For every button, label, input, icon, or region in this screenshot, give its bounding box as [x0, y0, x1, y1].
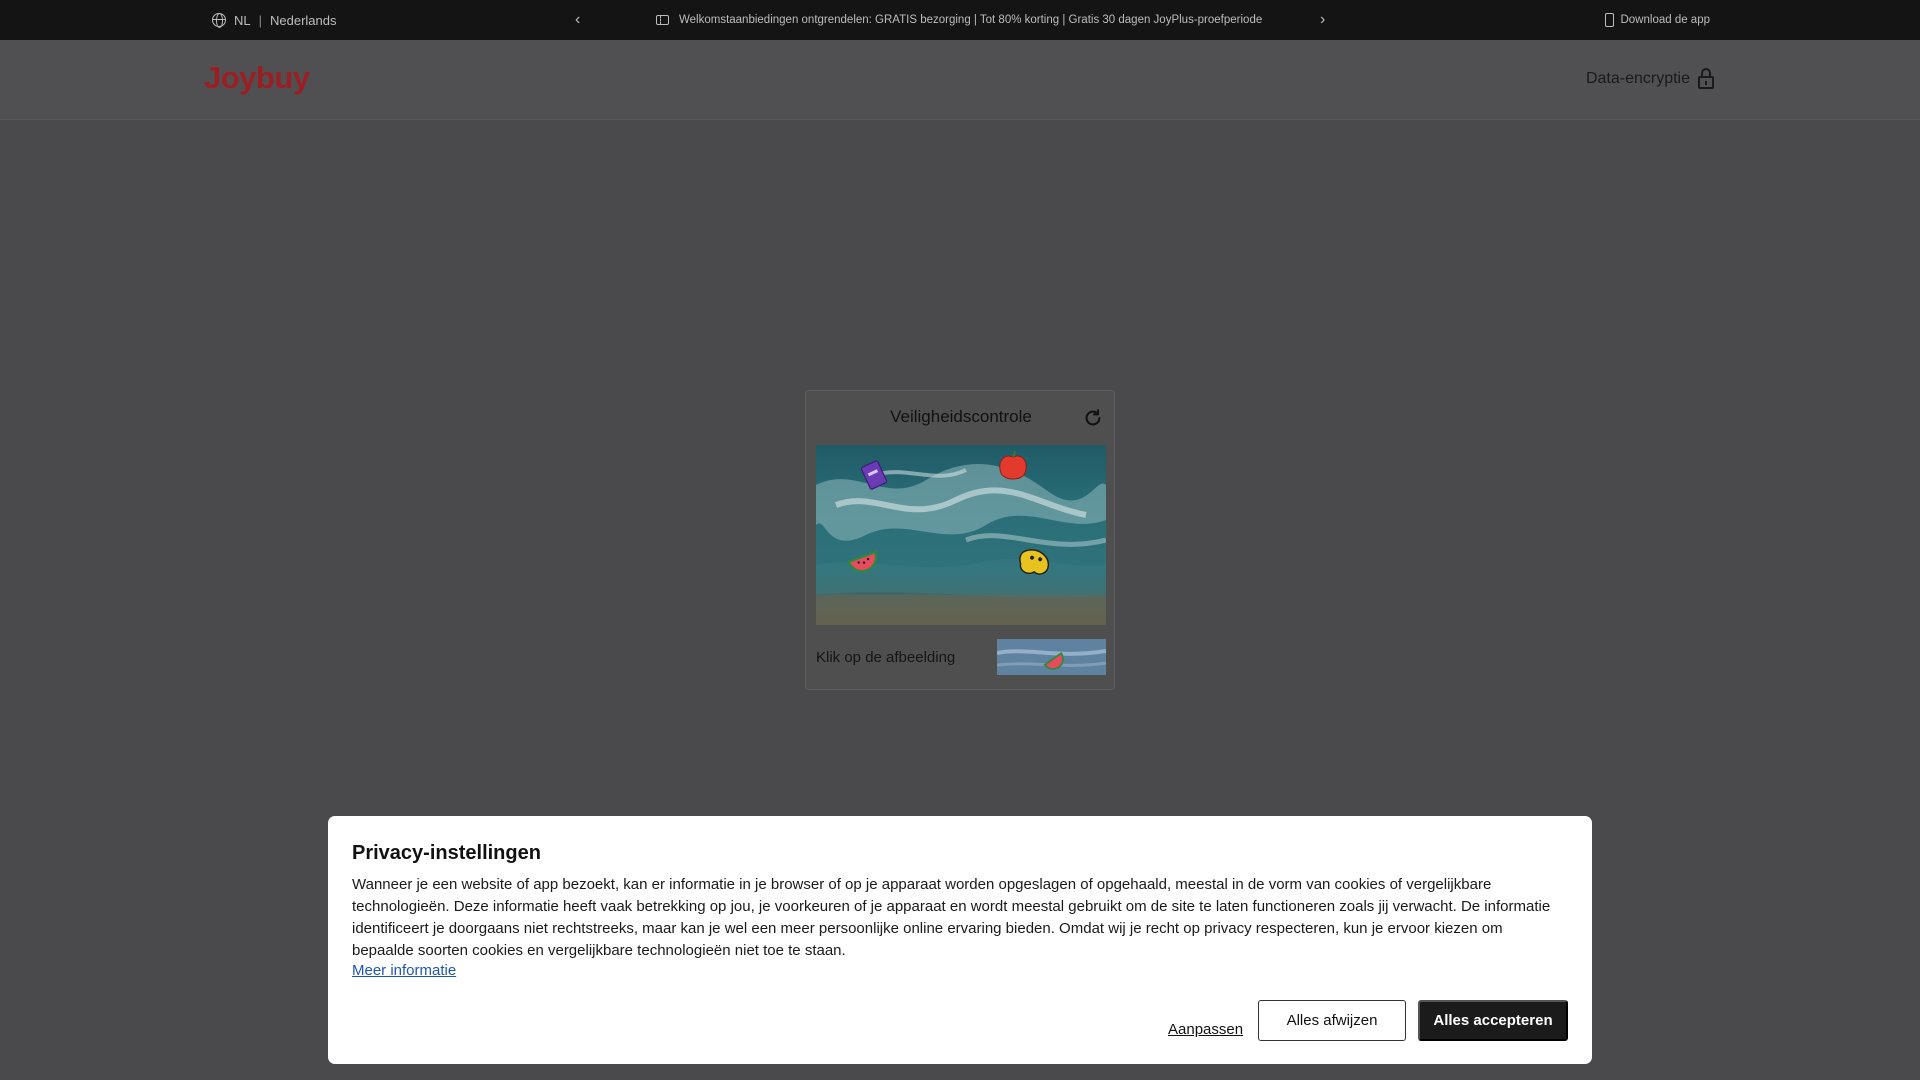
- more-info-link[interactable]: Meer informatie: [352, 962, 456, 979]
- adjust-button[interactable]: Aanpassen: [1168, 1010, 1243, 1050]
- promo-text: Welkomstaanbiedingen ontgrendelen: GRATI…: [679, 14, 1263, 26]
- privacy-settings-banner: Privacy-instellingen Wanneer je een webs…: [328, 816, 1592, 1064]
- data-encryption-label: Data-encryptie: [1585, 70, 1690, 87]
- privacy-settings-text: Wanneer je een website of app bezoekt, k…: [352, 876, 1551, 959]
- language-label: Nederlands: [270, 12, 337, 28]
- joybuy-logo[interactable]: Joybuy: [204, 60, 310, 96]
- site-header: Joybuy Data-encryptie: [0, 40, 1920, 120]
- refresh-icon[interactable]: [1082, 407, 1104, 429]
- accept-all-button[interactable]: Alles accepteren: [1418, 1000, 1568, 1041]
- captcha-target-thumbnail: [997, 639, 1106, 675]
- download-app-link[interactable]: Download de app: [1605, 0, 1710, 40]
- promo-message[interactable]: Welkomstaanbiedingen ontgrendelen: GRATI…: [656, 0, 1262, 40]
- privacy-settings-title: Privacy-instellingen: [352, 842, 541, 864]
- reject-all-button[interactable]: Alles afwijzen: [1258, 1000, 1406, 1041]
- captcha-image[interactable]: [816, 445, 1106, 625]
- language-selector[interactable]: NL | Nederlands: [212, 0, 337, 40]
- promo-prev-button[interactable]: ‹: [575, 0, 580, 40]
- lock-icon: [1698, 68, 1714, 90]
- download-app-label: Download de app: [1620, 14, 1710, 26]
- security-check-dialog: Veiligheidscontrole Klik op de afbeeldin…: [805, 390, 1115, 690]
- captcha-instruction: Klik op de afbeelding: [816, 649, 956, 666]
- phone-icon: [1605, 13, 1615, 27]
- ticket-icon: [656, 15, 669, 25]
- promo-next-button[interactable]: ›: [1320, 0, 1325, 40]
- data-encryption-badge: Data-encryptie: [1586, 68, 1714, 90]
- country-code: NL: [234, 12, 251, 28]
- announcement-bar: NL | Nederlands ‹ Welkomstaanbiedingen o…: [0, 0, 1920, 40]
- security-check-title: Veiligheidscontrole: [890, 407, 1032, 426]
- language-separator: |: [258, 12, 263, 28]
- globe-icon: [212, 13, 226, 28]
